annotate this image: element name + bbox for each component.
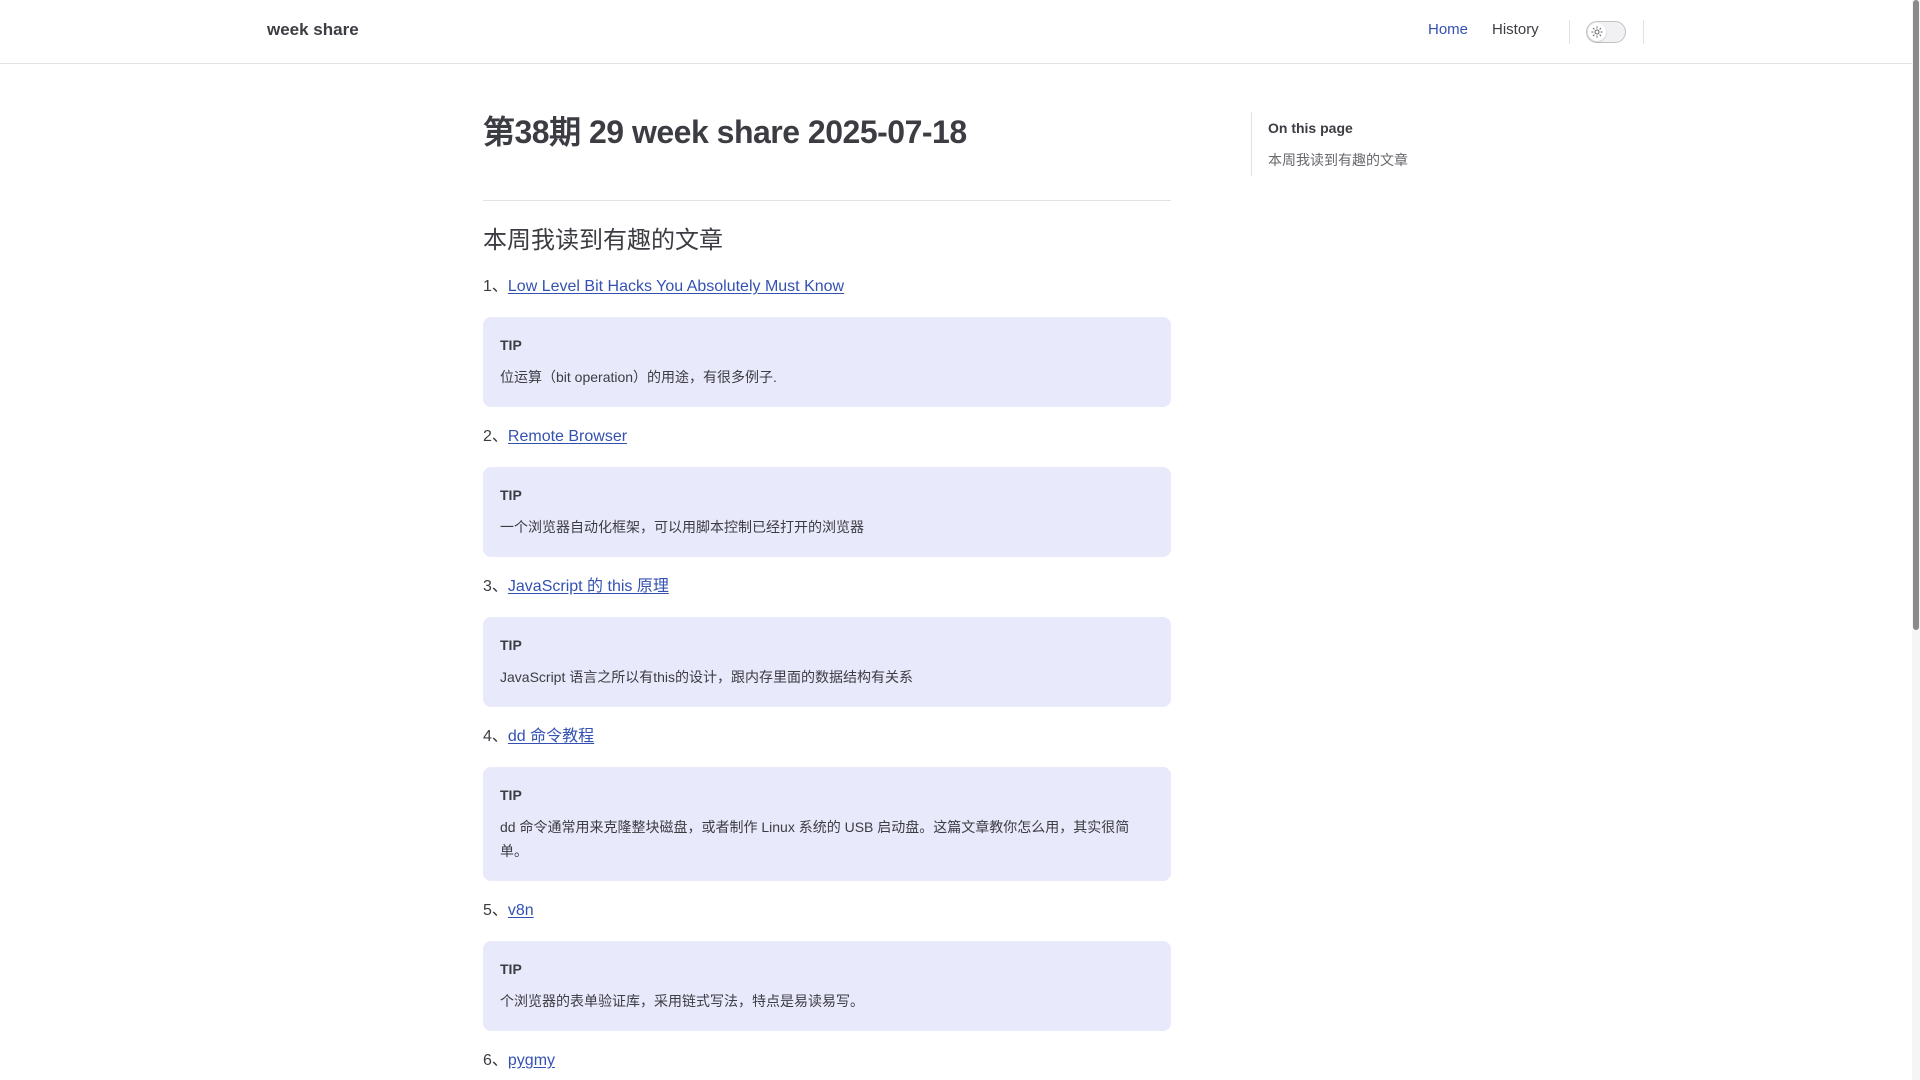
tip-text: 位运算（bit operation）的用途，有很多例子. [500,369,777,385]
tip-title: TIP [500,337,522,353]
article-item-5: 5、v8n TIP 个浏览器的表单验证库，采用链式写法，特点是易读易写。 [483,899,1171,1031]
tip-box: TIP JavaScript 语言之所以有this的设计，跟内存里面的数据结构有… [483,617,1171,707]
tip-box: TIP 位运算（bit operation）的用途，有很多例子. [483,317,1171,407]
scrollbar-thumb[interactable] [1913,0,1919,630]
theme-toggle-switch[interactable] [1586,21,1626,43]
theme-knob [1588,23,1606,41]
article-item-6: 6、pygmy [483,1049,1171,1073]
article-link[interactable]: pygmy [508,1052,555,1069]
article-link[interactable]: dd 命令教程 [508,728,594,745]
site-title-link[interactable]: week share [267,20,359,40]
nav-menu: Home History [1428,21,1539,38]
article-line: 3、JavaScript 的 this 原理 [483,575,1171,599]
top-navbar: week share Home History [0,0,1912,64]
article-number: 3、 [483,578,508,595]
article-item-4: 4、dd 命令教程 TIP dd 命令通常用来克隆整块磁盘，或者制作 Linux… [483,725,1171,881]
article-number: 2、 [483,428,508,445]
article-line: 6、pygmy [483,1049,1171,1073]
sun-icon [1591,26,1603,38]
article-item-3: 3、JavaScript 的 this 原理 TIP JavaScript 语言… [483,575,1171,707]
nav-link-history[interactable]: History [1492,21,1539,38]
article-link[interactable]: Remote Browser [508,428,627,445]
tip-box: TIP 个浏览器的表单验证库，采用链式写法，特点是易读易写。 [483,941,1171,1031]
page-outline: On this page 本周我读到有趣的文章 [1251,112,1451,176]
tip-title: TIP [500,961,522,977]
article-line: 4、dd 命令教程 [483,725,1171,749]
article-number: 6、 [483,1052,508,1069]
article-number: 1、 [483,278,508,295]
section-heading: 本周我读到有趣的文章 [483,227,723,254]
tip-title: TIP [500,487,522,503]
article-item-2: 2、Remote Browser TIP 一个浏览器自动化框架，可以用脚本控制已… [483,425,1171,557]
tip-title: TIP [500,637,522,653]
article-number: 5、 [483,902,508,919]
article-line: 5、v8n [483,899,1171,923]
article-link[interactable]: JavaScript 的 this 原理 [508,578,669,595]
tip-text: 个浏览器的表单验证库，采用链式写法，特点是易读易写。 [500,993,864,1009]
tip-text: 一个浏览器自动化框架，可以用脚本控制已经打开的浏览器 [500,519,864,535]
article-link[interactable]: v8n [508,902,534,919]
article-link[interactable]: Low Level Bit Hacks You Absolutely Must … [508,278,844,295]
article-item-1: 1、Low Level Bit Hacks You Absolutely Mus… [483,275,1171,407]
article-number: 4、 [483,728,508,745]
page-title: 第38期 29 week share 2025-07-18 [483,114,967,150]
outline-link[interactable]: 本周我读到有趣的文章 [1268,152,1408,168]
title-divider [483,200,1171,201]
tip-text: JavaScript 语言之所以有this的设计，跟内存里面的数据结构有关系 [500,669,914,685]
nav-divider [1643,20,1644,44]
tip-box: TIP dd 命令通常用来克隆整块磁盘，或者制作 Linux 系统的 USB 启… [483,767,1171,881]
tip-title: TIP [500,787,522,803]
tip-text: dd 命令通常用来克隆整块磁盘，或者制作 Linux 系统的 USB 启动盘。这… [500,819,1130,859]
main-content: 第38期 29 week share 2025-07-18 本周我读到有趣的文章… [483,108,1171,1073]
nav-divider [1569,20,1570,44]
article-line: 1、Low Level Bit Hacks You Absolutely Mus… [483,275,1171,299]
outline-title: On this page [1268,120,1353,136]
nav-link-home[interactable]: Home [1428,21,1468,38]
article-line: 2、Remote Browser [483,425,1171,449]
tip-box: TIP 一个浏览器自动化框架，可以用脚本控制已经打开的浏览器 [483,467,1171,557]
